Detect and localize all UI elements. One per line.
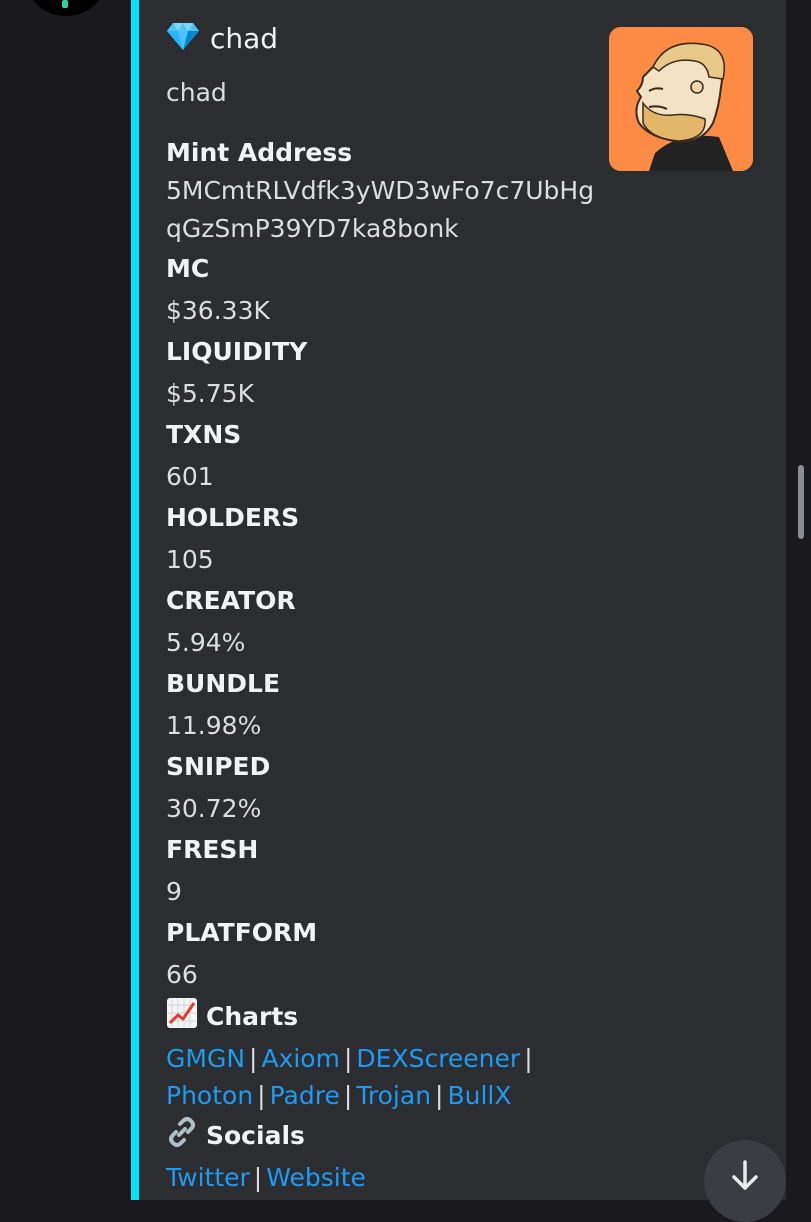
embed-description: chad: [166, 78, 227, 107]
link-separator: |: [524, 1044, 533, 1073]
token-thumbnail[interactable]: [609, 27, 753, 171]
field-name-liquidity: LIQUIDITY: [166, 337, 308, 366]
gem-icon: [166, 21, 200, 56]
field-value-mc: $36.33K: [166, 296, 270, 325]
link-separator: |: [253, 1163, 263, 1192]
link-gmgn[interactable]: GMGN: [166, 1044, 245, 1073]
link-axiom[interactable]: Axiom: [261, 1044, 340, 1073]
field-value-holders: 105: [166, 545, 214, 574]
charts-links: GMGN | Axiom | DEXScreener | Photon | Padre | Tro…: [166, 1040, 596, 1114]
field-name-platform: PLATFORM: [166, 918, 318, 947]
link-trojan[interactable]: Trojan: [356, 1081, 431, 1110]
link-dexscreener[interactable]: DEXScreener: [356, 1044, 520, 1073]
embed-fields: Mint Address 5MCmtRLVdfk3yWD3wFo7c7UbHg …: [166, 133, 606, 996]
chart-increasing-icon: [166, 997, 198, 1035]
socials-title: Socials: [206, 1120, 305, 1150]
field-value-bundle: 11.98%: [166, 711, 262, 740]
socials-links: Twitter | Website: [166, 1159, 596, 1196]
field-name-fresh: FRESH: [166, 835, 259, 864]
field-value-txns: 601: [166, 462, 214, 491]
arrow-down-icon: [732, 1160, 758, 1190]
link-photon[interactable]: Photon: [166, 1081, 253, 1110]
link-bullx[interactable]: BullX: [447, 1081, 511, 1110]
mint-address-line-1: 5MCmtRLVdfk3yWD3wFo7c7UbHg: [166, 176, 595, 205]
link-separator: |: [343, 1044, 353, 1073]
field-value-fresh: 9: [166, 877, 182, 906]
link-separator: |: [435, 1081, 444, 1110]
scrollbar-thumb[interactable]: [798, 465, 804, 539]
embed-accent-bar: [131, 0, 139, 1200]
field-value-platform: 66: [166, 960, 198, 989]
field-name-mc: MC: [166, 254, 210, 283]
message-embed: chad chad Mint Address 5MCmtRLVdfk3yWD3w…: [131, 0, 786, 1200]
status-indicator: [62, 0, 68, 8]
field-value-sniped: 30.72%: [166, 794, 262, 823]
field-name-creator: CREATOR: [166, 586, 296, 615]
user-avatar[interactable]: [30, 0, 102, 16]
link-padre[interactable]: Padre: [270, 1081, 340, 1110]
chad-face-image: [609, 27, 753, 171]
field-value-liquidity: $5.75K: [166, 379, 254, 408]
field-value-mint-address[interactable]: 5MCmtRLVdfk3yWD3wFo7c7UbHg qGzSmP39YD7ka…: [166, 173, 606, 247]
link-twitter[interactable]: Twitter: [166, 1163, 250, 1192]
field-name-holders: HOLDERS: [166, 503, 300, 532]
link-icon: [166, 1116, 198, 1154]
field-name-sniped: SNIPED: [166, 752, 271, 781]
field-name-bundle: BUNDLE: [166, 669, 281, 698]
link-separator: |: [249, 1044, 258, 1073]
field-value-creator: 5.94%: [166, 628, 246, 657]
socials-heading: Socials: [166, 1115, 305, 1155]
embed-author-name: chad: [210, 21, 279, 55]
charts-heading: Charts: [166, 996, 298, 1036]
jump-to-bottom-button[interactable]: [704, 1140, 786, 1222]
charts-title: Charts: [206, 1001, 299, 1031]
field-name-mint-address: Mint Address: [166, 138, 353, 167]
mint-address-line-2: qGzSmP39YD7ka8bonk: [166, 214, 459, 243]
link-separator: |: [257, 1081, 266, 1110]
link-website[interactable]: Website: [266, 1163, 366, 1192]
link-separator: |: [343, 1081, 353, 1110]
field-name-txns: TXNS: [166, 420, 242, 449]
embed-author: chad: [166, 18, 278, 58]
